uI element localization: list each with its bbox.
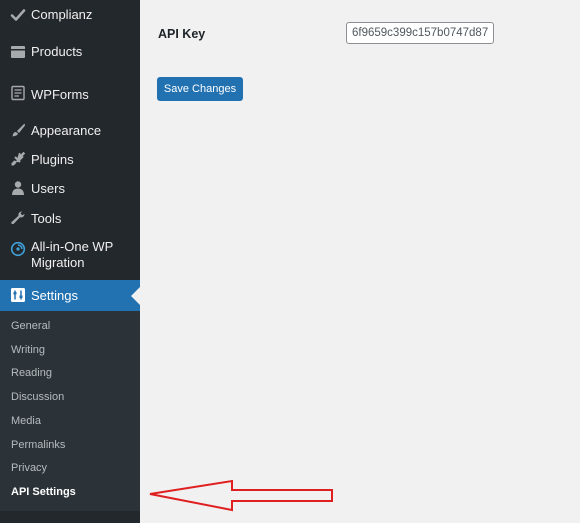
wp-admin-screen: Complianz Products WPForms Appearance Pl [0, 0, 580, 523]
red-arrow-annotation [149, 479, 333, 512]
annotation-overlay [149, 479, 333, 512]
